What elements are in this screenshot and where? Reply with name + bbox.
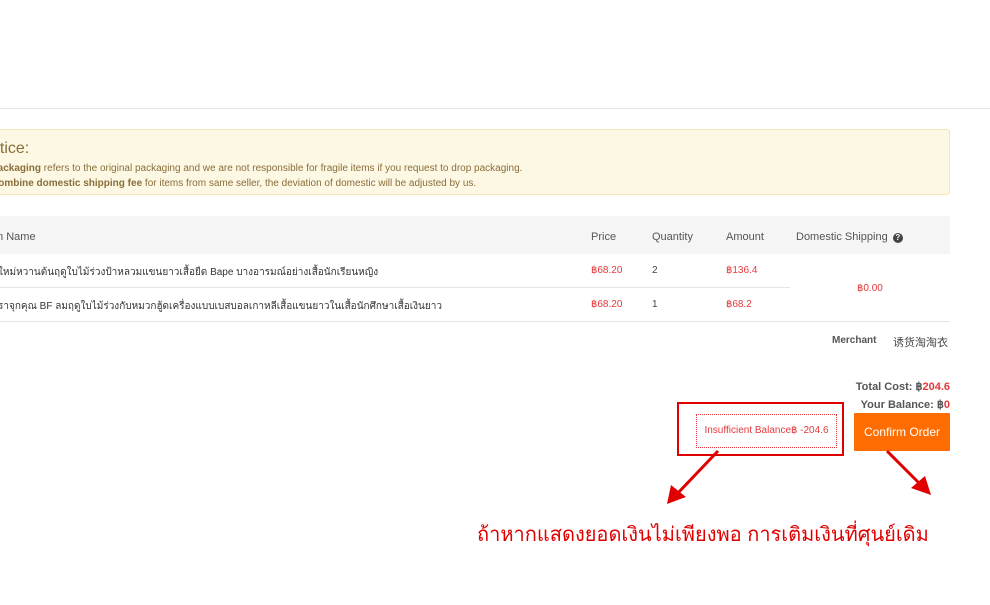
item-name[interactable]: ใหม่หวานต้นฤดูใบไม้ร่วงป้าหลวมแขนยาวเสื้…	[0, 265, 378, 280]
top-divider	[0, 108, 990, 109]
domestic-shipping-cell: ฿0.00	[790, 254, 950, 322]
arrow-right	[885, 449, 931, 495]
merchant-name[interactable]: 诱货淘淘衣	[893, 334, 948, 350]
annotation-text: ถ้าหากแสดงยอดเงินไม่เพียงพอ การเติมเงินท…	[477, 524, 929, 546]
insufficient-balance-notice: Insufficient Balance฿ -204.6	[696, 414, 837, 448]
merchant-label: Merchant	[832, 335, 877, 346]
help-icon[interactable]: ?	[892, 233, 903, 243]
notice-title: otice:	[0, 140, 30, 157]
notice-box: otice: Packaging refers to the original …	[0, 129, 950, 195]
item-price: ฿68.20	[591, 265, 623, 276]
item-price: ฿68.20	[591, 299, 623, 310]
header-domestic-shipping: Domestic Shipping ?	[796, 231, 903, 243]
notice-line-packaging: Packaging refers to the original packagi…	[0, 163, 522, 174]
notice-packaging-bold: Packaging	[0, 163, 42, 174]
item-amount: ฿136.4	[726, 265, 758, 276]
notice-packaging-text: refers to the original packaging and we …	[41, 163, 523, 174]
item-quantity: 2	[652, 265, 658, 276]
arrow-left	[667, 449, 720, 504]
table-row: ราจุกคุณ BF ลมฤดูใบไม้ร่วงกับหมวกฮู้ดเคร…	[0, 288, 790, 322]
header-price: Price	[591, 231, 617, 243]
header-item-name: m Name	[0, 231, 36, 243]
item-amount: ฿68.2	[726, 299, 752, 310]
total-cost-value: 204.6	[922, 381, 950, 393]
item-quantity: 1	[652, 299, 658, 310]
domestic-shipping-value: ฿0.00	[857, 283, 883, 294]
table-header: m Name Price Quantity Amount Domestic Sh…	[0, 216, 950, 254]
header-domestic-shipping-label: Domestic Shipping	[796, 231, 888, 243]
item-name[interactable]: ราจุกคุณ BF ลมฤดูใบไม้ร่วงกับหมวกฮู้ดเคร…	[0, 299, 442, 314]
balance-currency: ฿	[936, 399, 944, 411]
your-balance: Your Balance: ฿0	[861, 398, 950, 411]
confirm-order-button[interactable]: Confirm Order	[854, 413, 950, 451]
balance-value: 0	[943, 399, 950, 411]
notice-line-shipping: Combine domestic shipping fee for items …	[0, 178, 476, 189]
total-cost-label: Total Cost:	[855, 381, 916, 393]
notice-shipping-bold: Combine domestic shipping fee	[0, 178, 143, 189]
header-quantity: Quantity	[652, 231, 693, 243]
header-amount: Amount	[726, 231, 764, 243]
table-row: ใหม่หวานต้นฤดูใบไม้ร่วงป้าหลวมแขนยาวเสื้…	[0, 254, 790, 288]
notice-shipping-text: for items from same seller, the deviatio…	[142, 178, 477, 189]
balance-label: Your Balance:	[860, 399, 937, 411]
total-cost: Total Cost: ฿204.6	[856, 380, 950, 393]
